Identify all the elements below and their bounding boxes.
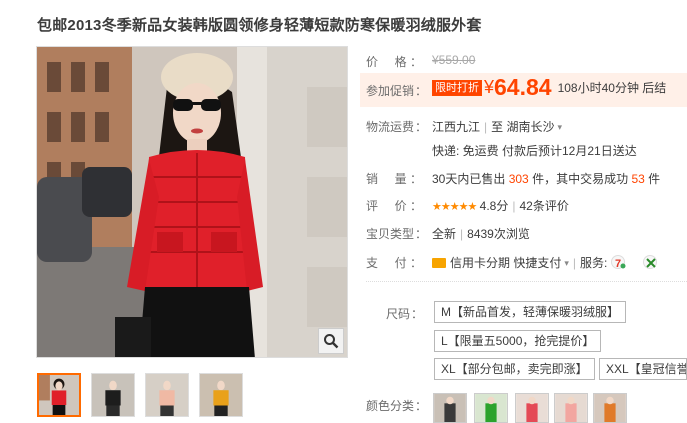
size-option-l[interactable]: L【限量五5000，抢完提价】 (434, 330, 602, 352)
size-option-xl[interactable]: XL【部分包邮，卖完即涨】 (434, 358, 595, 380)
success-count: 53 (631, 172, 645, 186)
promo-label: 参加促销： (366, 84, 428, 98)
price-label: 价 格： (366, 55, 422, 69)
service-icon-2[interactable] (643, 255, 658, 269)
thumbnail-1[interactable] (37, 373, 81, 417)
promo-price: 64.84 (494, 74, 552, 100)
shipping-detail: 快递: 免运费 付款后预计12月21日送达 (432, 144, 637, 158)
rating-score: 4.8分 (479, 199, 509, 213)
view-count: 8439次浏览 (467, 227, 530, 241)
product-title: 包邮2013冬季新品女装韩版圆领修身轻薄短款防寒保暖羽绒服外套 (37, 17, 482, 34)
promo-price-block: 限时打折 ¥64.84 108小时40分钟 后结 (432, 74, 666, 101)
color-swatch-5[interactable] (593, 393, 627, 423)
ship-to-prefix: 至 (491, 120, 504, 134)
ship-from: 江西九江 (432, 120, 481, 134)
color-swatch-2[interactable] (474, 393, 508, 423)
item-type-info: 全新 | 8439次浏览 (432, 227, 530, 241)
ship-to: 湖南长沙 (506, 120, 555, 134)
quick-pay-link[interactable]: 快捷支付 ▾ (513, 256, 569, 270)
shipping-label: 物流运费： (366, 120, 428, 134)
sales-label: 销 量： (366, 172, 422, 186)
item-condition: 全新 (432, 227, 457, 241)
promo-countdown: 108小时40分钟 后结 (557, 81, 667, 95)
sales-info: 30天内已售出 303 件，其中交易成功 53 件 (432, 172, 661, 186)
credit-card-icon (432, 258, 446, 268)
currency-symbol: ¥ (484, 77, 495, 97)
payment-label: 支 付： (366, 256, 422, 270)
size-label: 尺码： (386, 307, 424, 321)
rating-stars: ★★★★★ (432, 201, 477, 213)
chevron-down-icon: ▾ (557, 122, 563, 132)
thumbnail-strip (37, 373, 243, 417)
rating-label: 评 价： (366, 199, 422, 213)
item-type-label: 宝贝类型： (366, 227, 428, 241)
color-swatch-3[interactable] (515, 393, 549, 423)
service-icon[interactable]: 7 (611, 255, 626, 270)
installment-link[interactable]: 信用卡分期 (450, 256, 510, 270)
section-divider (366, 281, 687, 282)
payment-info: 信用卡分期 快捷支付 ▾ | 服务: 7 (432, 254, 658, 271)
review-count-link[interactable]: 42条评价 (519, 199, 568, 213)
color-swatch-1[interactable] (433, 393, 467, 423)
main-product-photo[interactable] (36, 46, 348, 358)
search-zoom-icon (324, 334, 339, 349)
color-swatch-4[interactable] (554, 393, 588, 423)
promo-tag: 限时打折 (432, 79, 482, 96)
sold-count: 303 (508, 172, 529, 186)
service-label: 服务: (580, 256, 608, 270)
rating-info: ★★★★★ 4.8分 | 42条评价 (432, 199, 569, 213)
thumbnail-4[interactable] (199, 373, 243, 417)
thumbnail-3[interactable] (145, 373, 189, 417)
size-option-m[interactable]: M【新品首发，轻薄保暖羽绒服】 (434, 301, 626, 323)
ship-to-selector[interactable]: 湖南长沙 ▾ (507, 120, 563, 134)
zoom-button[interactable] (318, 328, 344, 354)
shipping-route: 江西九江 | 至 湖南长沙 ▾ (432, 120, 563, 134)
thumbnail-2[interactable] (91, 373, 135, 417)
main-photo-illustration (37, 47, 347, 357)
original-price: ¥559.00 (432, 53, 476, 67)
svg-text:7: 7 (615, 258, 621, 270)
size-option-xxl[interactable]: XXL【皇冠信誉 (599, 358, 687, 380)
chevron-down-icon: ▾ (564, 258, 569, 268)
color-label: 颜色分类： (366, 399, 428, 413)
